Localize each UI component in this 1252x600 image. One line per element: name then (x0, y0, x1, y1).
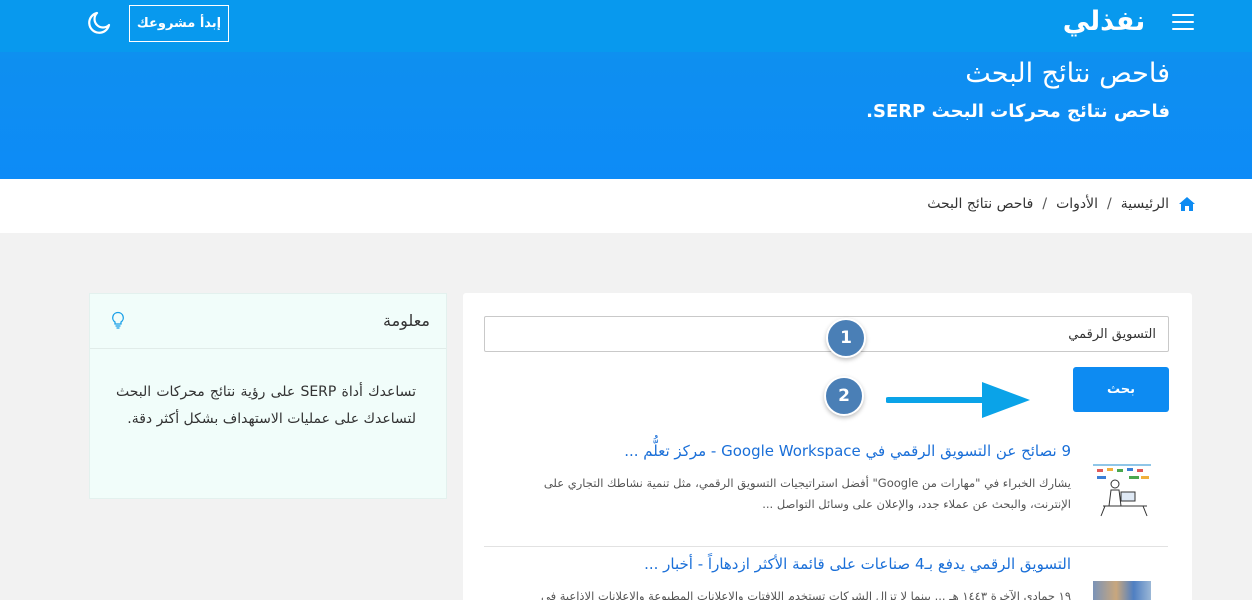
breadcrumb-separator: / (1107, 196, 1112, 212)
info-panel-text: تساعدك أداة SERP على رؤية نتائج محركات ا… (116, 384, 416, 427)
site-logo[interactable]: نفذلي (1052, 2, 1156, 42)
step-1-badge: 1 (826, 318, 866, 358)
step-2-badge: 2 (824, 376, 864, 416)
result-description: ١٩ جمادى الآخرة ١٤٤٣ هـ ... بينما لا تزا… (540, 589, 1071, 600)
result-title-link[interactable]: التسويق الرقمي يدفع بـ4 صناعات على قائمة… (644, 555, 1071, 573)
breadcrumb-home-link[interactable]: الرئيسية (1121, 196, 1169, 212)
search-button[interactable]: بحث (1073, 367, 1169, 412)
arrow-right-icon (886, 382, 1030, 418)
breadcrumb-current: فاحص نتائج البحث (927, 196, 1034, 212)
moon-icon[interactable] (88, 11, 112, 35)
result-thumbnail-image (1093, 581, 1151, 600)
info-panel: معلومة تساعدك أداة SERP على رؤية نتائج م… (89, 293, 447, 499)
result-description: يشارك الخبراء في "مهارات من Google" أفضل… (543, 476, 1071, 511)
home-icon[interactable] (1178, 196, 1196, 212)
page-title: فاحص نتائج البحث (965, 58, 1170, 89)
info-panel-divider (90, 348, 446, 349)
breadcrumb-tools-link[interactable]: الأدوات (1056, 196, 1098, 212)
hamburger-menu-icon[interactable] (1172, 14, 1194, 32)
page-subtitle: فاحص نتائج محركات البحث SERP. (866, 101, 1170, 122)
start-project-button[interactable]: إبدأ مشروعك (129, 5, 229, 42)
lightbulb-icon (112, 311, 124, 329)
breadcrumb: الرئيسية / الأدوات / فاحص نتائج البحث (927, 196, 1196, 212)
breadcrumb-separator: / (1042, 196, 1048, 212)
result-divider (484, 546, 1168, 547)
info-panel-title: معلومة (383, 311, 430, 330)
result-thumbnail-image (1093, 464, 1151, 517)
result-title-link[interactable]: 9 نصائح عن التسويق الرقمي في Google Work… (624, 442, 1071, 460)
